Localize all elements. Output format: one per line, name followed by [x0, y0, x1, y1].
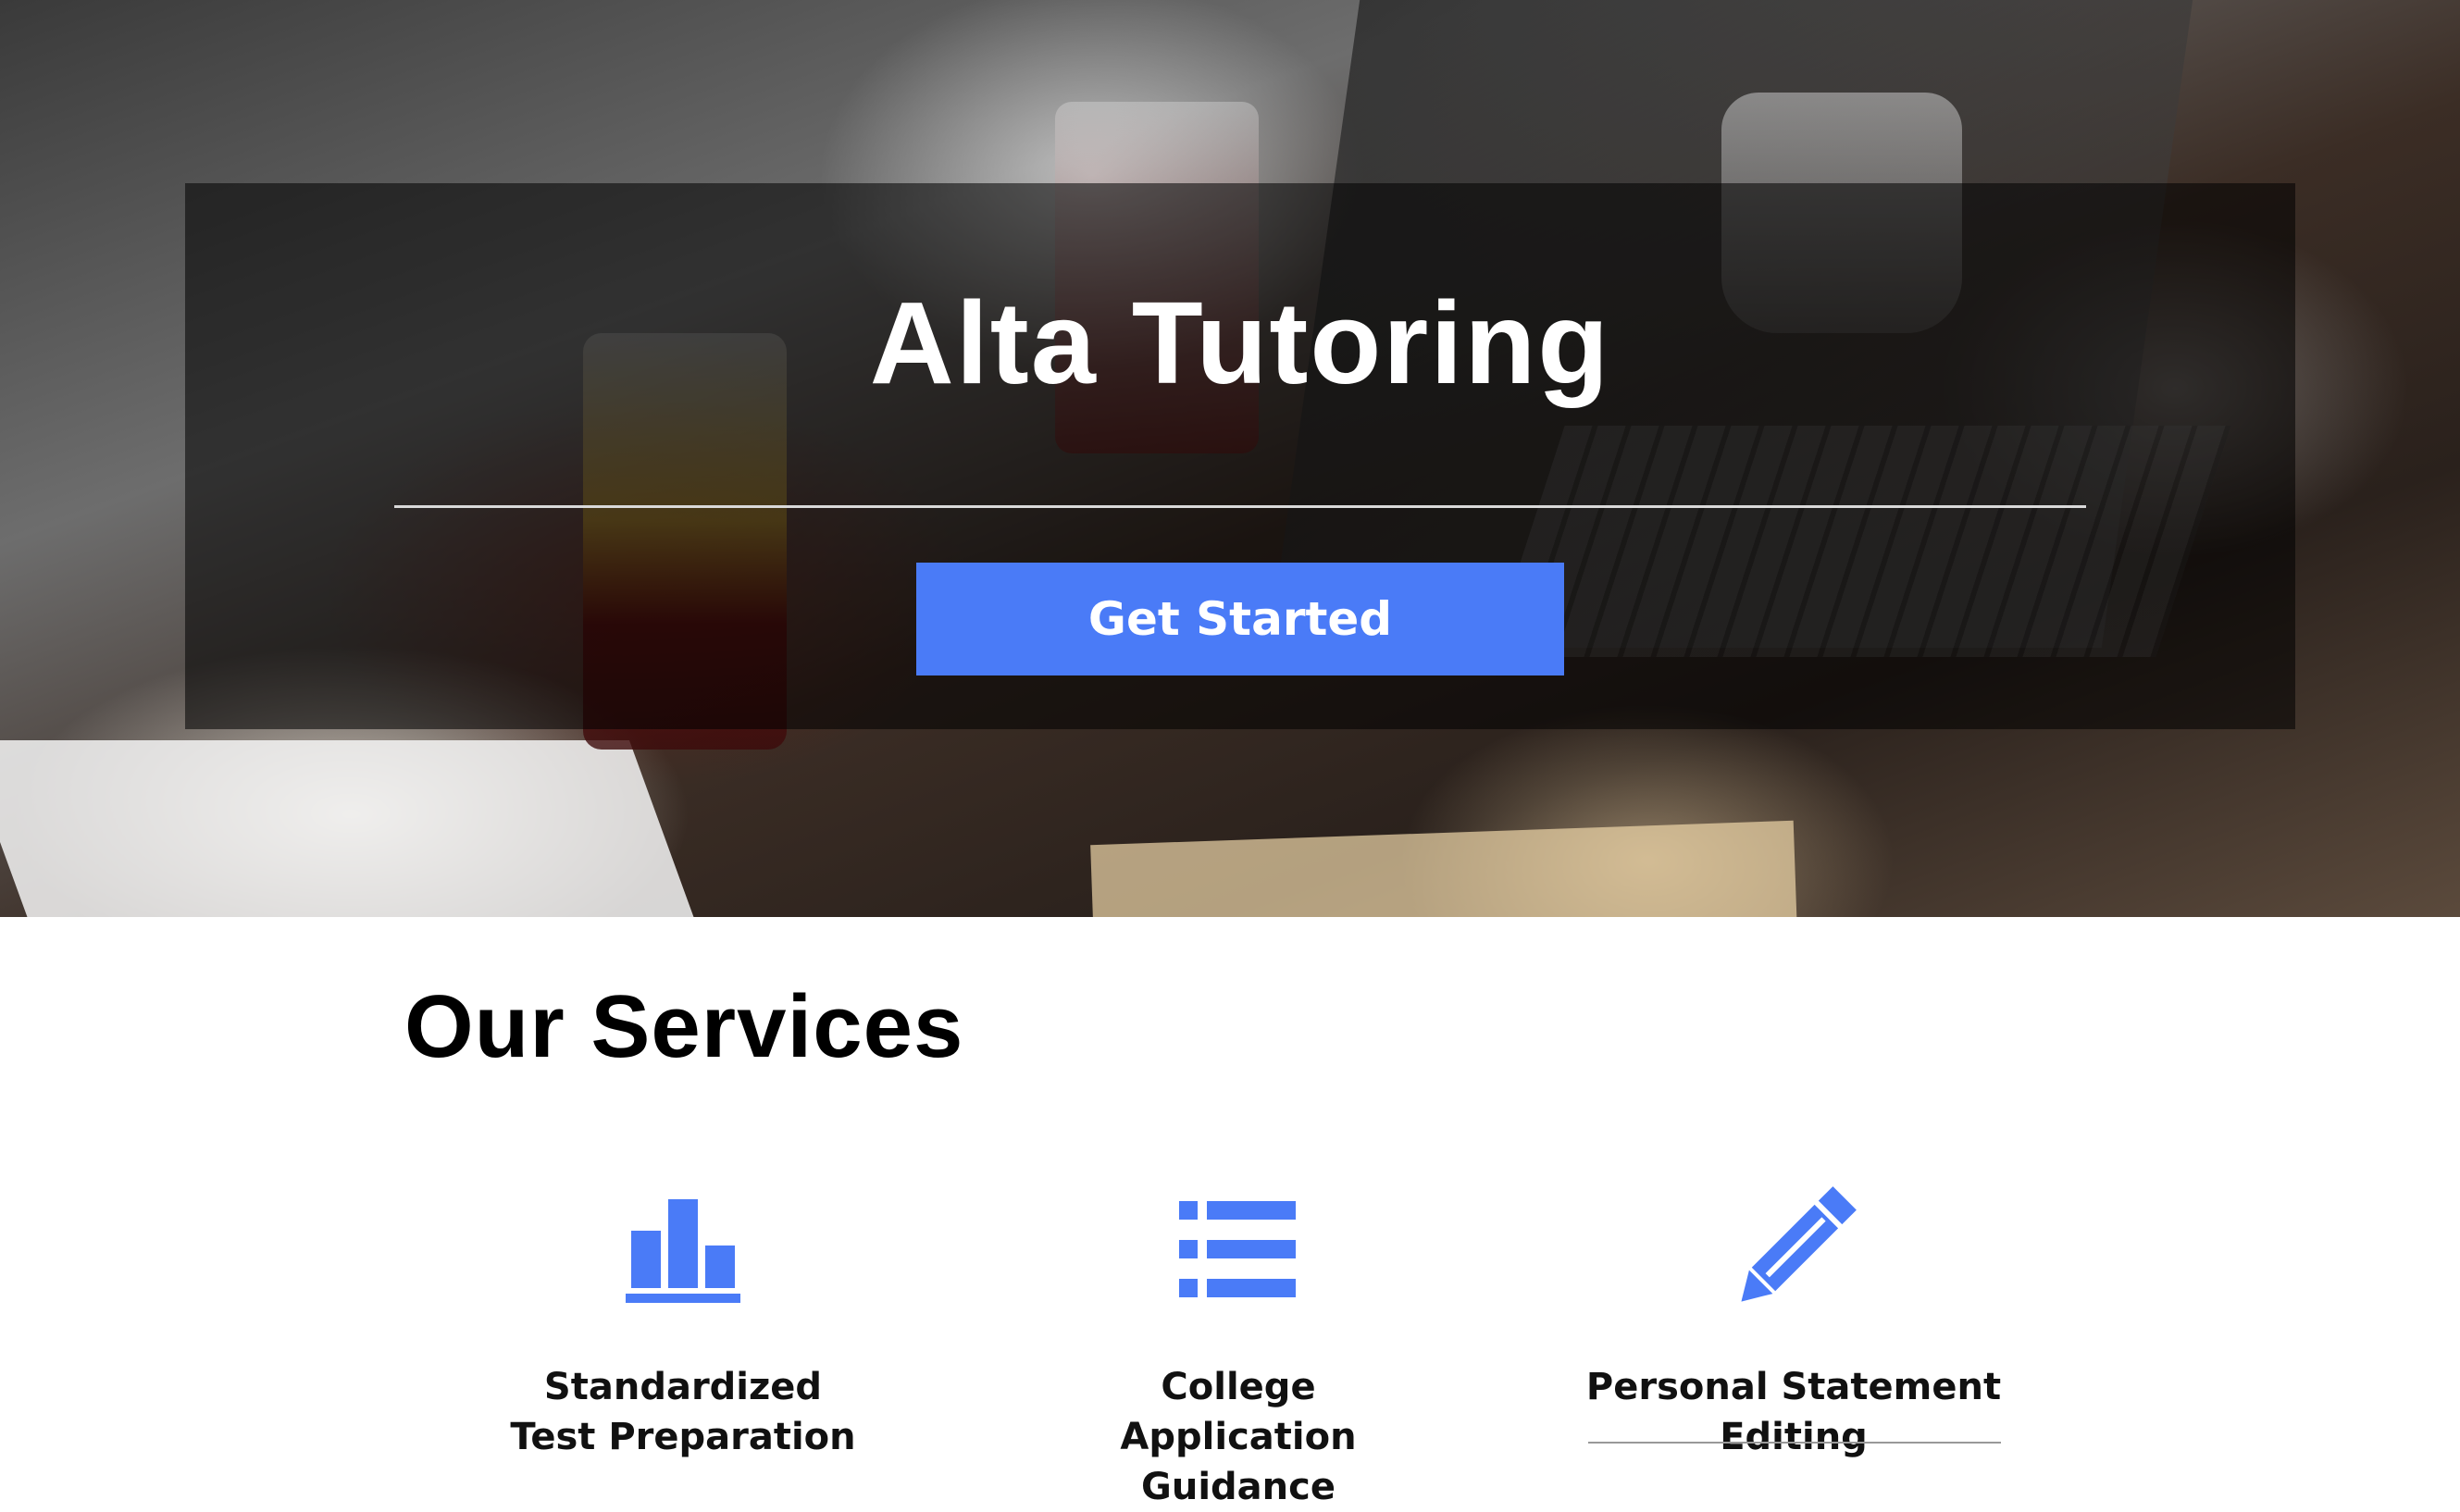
pencil-icon [1741, 1186, 1857, 1302]
service-card-personal-statement[interactable]: Personal Statement Editing [1534, 1184, 2053, 1462]
service-card-test-prep[interactable]: Standardized Test Preparation [424, 1184, 942, 1462]
services-heading: Our Services [404, 977, 964, 1076]
get-started-button[interactable]: Get Started [916, 563, 1564, 675]
service-label-personal-statement: Personal Statement Editing [1585, 1366, 2002, 1458]
hero-overlay-panel: Alta Tutoring Get Started [185, 183, 2295, 729]
service-label-college-guidance: College Application Guidance [1120, 1366, 1357, 1508]
hero-section: Alta Tutoring Get Started [0, 0, 2460, 917]
hero-background-image [0, 740, 704, 917]
list-icon [1179, 1201, 1296, 1297]
service-divider [1588, 1442, 2001, 1444]
hero-divider [394, 505, 2086, 508]
service-card-college-guidance[interactable]: College Application Guidance [979, 1184, 1497, 1512]
service-label-test-prep: Standardized Test Preparation [510, 1366, 856, 1458]
site-title: Alta Tutoring [869, 278, 1611, 408]
bar-chart-icon [626, 1199, 740, 1303]
hero-background-paper [1090, 820, 1797, 917]
